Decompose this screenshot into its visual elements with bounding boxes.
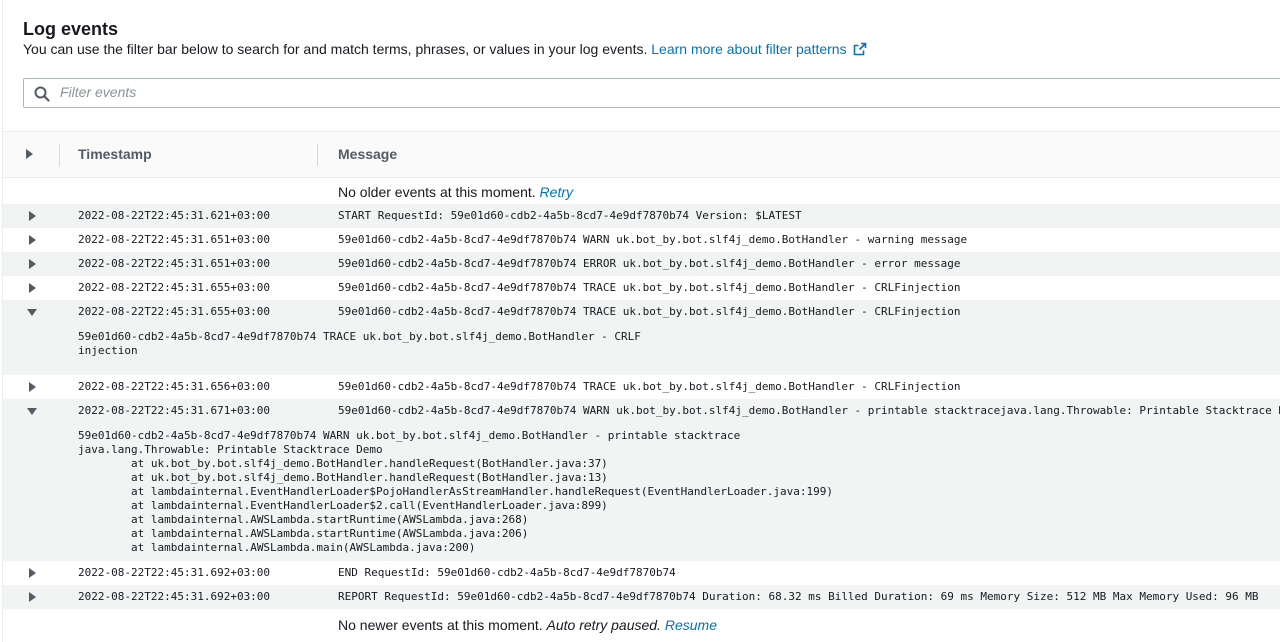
- column-divider: [59, 144, 60, 166]
- event-timestamp: 2022-08-22T22:45:31.651+03:00: [78, 257, 271, 270]
- log-event-row[interactable]: 2022-08-22T22:45:31.651+03:00 59e01d60-cd…: [3, 252, 1280, 276]
- filter-events-input[interactable]: [58, 83, 862, 101]
- collapse-row-icon[interactable]: [27, 408, 37, 415]
- filter-events-box[interactable]: [23, 78, 1280, 108]
- expand-row-icon[interactable]: [29, 211, 36, 221]
- event-message: 59e01d60-cdb2-4a5b-8cd7-4e9df7870b74 TRA…: [338, 281, 961, 294]
- log-event-row[interactable]: 2022-08-22T22:45:31.692+03:00 END Request…: [3, 561, 1280, 585]
- expanded-event-detail: 59e01d60-cdb2-4a5b-8cd7-4e9df7870b74 WAR…: [3, 423, 1280, 561]
- event-message: REPORT RequestId: 59e01d60-cdb2-4a5b-8cd…: [338, 590, 1259, 603]
- log-event-row[interactable]: 2022-08-22T22:45:31.655+03:00 59e01d60-cd…: [3, 276, 1280, 300]
- auto-retry-status: Auto retry paused.: [546, 617, 661, 633]
- event-timestamp: 2022-08-22T22:45:31.621+03:00: [78, 209, 271, 222]
- no-older-events-notice: No older events at this moment. Retry: [338, 184, 573, 200]
- learn-more-link[interactable]: Learn more about filter patterns: [651, 41, 866, 57]
- notice-text: No older events at this moment.: [338, 184, 536, 200]
- expand-row-icon[interactable]: [29, 259, 36, 269]
- event-message: 59e01d60-cdb2-4a5b-8cd7-4e9df7870b74 WAR…: [338, 404, 1280, 417]
- event-message: 59e01d60-cdb2-4a5b-8cd7-4e9df7870b74 WAR…: [338, 233, 968, 246]
- event-timestamp: 2022-08-22T22:45:31.651+03:00: [78, 233, 271, 246]
- page-title: Log events: [23, 19, 119, 39]
- collapse-row-icon[interactable]: [27, 309, 37, 316]
- event-timestamp: 2022-08-22T22:45:31.671+03:00: [78, 404, 271, 417]
- column-divider[interactable]: [317, 144, 318, 166]
- log-events-panel: Log events You can use the filter bar be…: [2, 0, 1280, 642]
- event-message: 59e01d60-cdb2-4a5b-8cd7-4e9df7870b74 TRA…: [338, 380, 961, 393]
- expand-all-icon[interactable]: [26, 149, 33, 159]
- event-timestamp: 2022-08-22T22:45:31.692+03:00: [78, 590, 271, 603]
- expand-row-icon[interactable]: [29, 235, 36, 245]
- external-link-icon: [853, 42, 866, 56]
- event-timestamp: 2022-08-22T22:45:31.692+03:00: [78, 566, 271, 579]
- event-message: 59e01d60-cdb2-4a5b-8cd7-4e9df7870b74 ERR…: [338, 257, 961, 270]
- log-event-row[interactable]: 2022-08-22T22:45:31.655+03:00 59e01d60-cd…: [3, 300, 1280, 324]
- log-event-row[interactable]: 2022-08-22T22:45:31.656+03:00 59e01d60-cd…: [3, 375, 1280, 399]
- event-timestamp: 2022-08-22T22:45:31.656+03:00: [78, 380, 271, 393]
- log-event-row[interactable]: 2022-08-22T22:45:31.692+03:00 REPORT Requ…: [3, 585, 1280, 609]
- log-event-row[interactable]: 2022-08-22T22:45:31.651+03:00 59e01d60-cd…: [3, 228, 1280, 252]
- expand-row-icon[interactable]: [29, 568, 36, 578]
- event-detail-text: 59e01d60-cdb2-4a5b-8cd7-4e9df7870b74 TRA…: [78, 330, 641, 357]
- event-message: END RequestId: 59e01d60-cdb2-4a5b-8cd7-4…: [338, 566, 676, 579]
- table-header: Timestamp Message: [3, 131, 1280, 178]
- event-message: 59e01d60-cdb2-4a5b-8cd7-4e9df7870b74 TRA…: [338, 305, 961, 318]
- description-text: You can use the filter bar below to sear…: [23, 41, 648, 57]
- event-timestamp: 2022-08-22T22:45:31.655+03:00: [78, 281, 271, 294]
- expand-row-icon[interactable]: [29, 592, 36, 602]
- event-timestamp: 2022-08-22T22:45:31.655+03:00: [78, 305, 271, 318]
- expand-row-icon[interactable]: [29, 283, 36, 293]
- expand-row-icon[interactable]: [29, 382, 36, 392]
- search-icon: [34, 86, 50, 102]
- notice-text: No newer events at this moment.: [338, 617, 543, 633]
- column-header-timestamp[interactable]: Timestamp: [78, 146, 152, 162]
- column-header-message[interactable]: Message: [338, 146, 397, 162]
- event-message: START RequestId: 59e01d60-cdb2-4a5b-8cd7…: [338, 209, 802, 222]
- retry-link[interactable]: Retry: [540, 184, 573, 200]
- no-newer-events-notice: No newer events at this moment. Auto ret…: [338, 617, 717, 633]
- page-description: You can use the filter bar below to sear…: [23, 41, 867, 57]
- expanded-event-detail: 59e01d60-cdb2-4a5b-8cd7-4e9df7870b74 TRA…: [3, 324, 1280, 375]
- resume-link[interactable]: Resume: [665, 617, 717, 633]
- event-detail-text: 59e01d60-cdb2-4a5b-8cd7-4e9df7870b74 WAR…: [78, 429, 833, 554]
- log-event-row[interactable]: 2022-08-22T22:45:31.621+03:00 START Reque…: [3, 204, 1280, 228]
- log-event-row[interactable]: 2022-08-22T22:45:31.671+03:00 59e01d60-cd…: [3, 399, 1280, 423]
- learn-more-label: Learn more about filter patterns: [651, 41, 847, 57]
